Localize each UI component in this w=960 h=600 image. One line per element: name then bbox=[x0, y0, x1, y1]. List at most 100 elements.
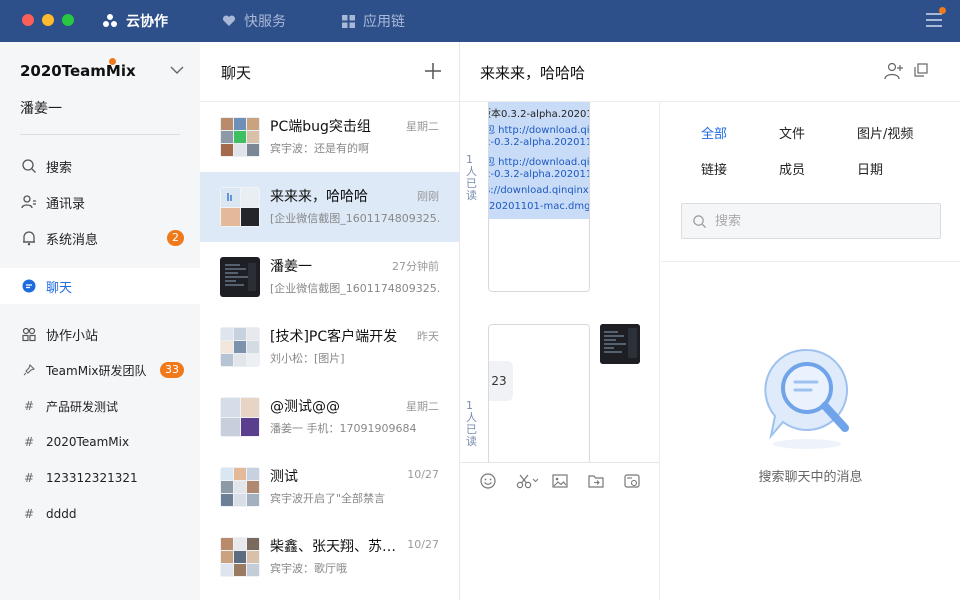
empty-state-text: 搜索聊天中的消息 bbox=[758, 470, 863, 485]
window-zoom-button[interactable] bbox=[62, 14, 74, 26]
sidebar-item-stations[interactable]: 协作小站 bbox=[0, 316, 200, 352]
chat-item-selected[interactable]: 来来来，哈哈哈 刚刚 [企业微信截图_1601174809325.p bbox=[200, 172, 459, 242]
sidebar-item-chat[interactable]: 聊天 bbox=[0, 268, 200, 304]
chat-time: 星期二 bbox=[406, 120, 439, 133]
message-link[interactable]: 包 http://download.qinq bbox=[489, 153, 589, 168]
group-avatar bbox=[220, 397, 260, 437]
chat-item[interactable]: 测试 10/27 宾宇波开启了"全部禁言 bbox=[200, 452, 459, 522]
read-receipt[interactable]: 1人已读 bbox=[466, 154, 480, 202]
message-link[interactable]: 包 http://download.qinq bbox=[489, 121, 589, 136]
add-member-icon[interactable] bbox=[884, 62, 904, 80]
chat-item[interactable]: [技术]PC客户端开发 昨天 刘小松：[图片] bbox=[200, 312, 459, 382]
chat-time: 27分钟前 bbox=[392, 260, 439, 273]
heart-icon bbox=[222, 15, 236, 26]
chat-name: 测试 bbox=[270, 469, 298, 485]
filter-tab-date[interactable]: 日期 bbox=[857, 159, 883, 178]
scissors-icon[interactable] bbox=[516, 473, 540, 489]
filter-tab-links[interactable]: 链接 bbox=[701, 159, 727, 178]
notification-dot bbox=[939, 7, 946, 14]
chat-name: 来来来，哈哈哈 bbox=[270, 189, 368, 205]
search-icon bbox=[693, 214, 707, 228]
station-label: 产品研发测试 bbox=[46, 399, 119, 414]
image-message[interactable]: 23 bbox=[488, 324, 590, 462]
station-label: 2020TeamMix bbox=[46, 435, 130, 449]
chat-search-panel: 全部 文件 图片/视频 链接 成员 日期 搜索聊天中的消息 bbox=[661, 102, 960, 600]
unread-badge: 2 bbox=[167, 230, 184, 246]
chat-time: 昨天 bbox=[417, 330, 439, 343]
input-toolbar bbox=[460, 462, 660, 600]
cloud-icon bbox=[103, 14, 117, 27]
chat-search-input[interactable] bbox=[715, 213, 915, 229]
station-label: dddd bbox=[46, 507, 77, 521]
message-bubble[interactable]: 版本0.3.2-alpha.2020110 包 http://download.… bbox=[488, 102, 590, 292]
read-receipt[interactable]: 1人已读 bbox=[466, 400, 480, 448]
chat-item[interactable]: 潘姜一 27分钟前 [企业微信截图_1601174809325.p bbox=[200, 242, 459, 312]
sidebar-item-contacts[interactable]: 通讯录 bbox=[0, 184, 200, 220]
team-name[interactable]: 2020TeamMix bbox=[20, 62, 136, 80]
search-empty-illustration bbox=[764, 348, 849, 449]
message-link[interactable]: 20201101-mac.dmg bbox=[489, 201, 589, 212]
chat-time: 10/27 bbox=[407, 538, 439, 551]
filter-tab-media[interactable]: 图片/视频 bbox=[857, 123, 913, 142]
popout-icon[interactable] bbox=[914, 63, 928, 77]
add-icon[interactable] bbox=[424, 62, 442, 80]
message-link[interactable]: c-0.3.2-alpha.20201101 bbox=[489, 137, 589, 148]
chat-preview: [企业微信截图_1601174809325.p bbox=[270, 282, 440, 295]
chat-time: 刚刚 bbox=[417, 190, 439, 203]
image-number: 23 bbox=[489, 361, 513, 401]
user-avatar bbox=[220, 257, 260, 297]
chat-name: 柴鑫、张天翔、苏琪… bbox=[270, 539, 400, 555]
sidebar-item-label: 搜索 bbox=[46, 160, 73, 176]
image-thumbnail[interactable] bbox=[600, 324, 640, 364]
sidebar-item-system-messages[interactable]: 系统消息 2 bbox=[0, 220, 200, 256]
emoji-icon[interactable] bbox=[480, 473, 496, 489]
chat-list-panel: 聊天 PC端bug突击组 星期二 宾宇波：还是有的啊 来来来，哈哈哈 刚刚 [企… bbox=[200, 42, 460, 600]
station-label: TeamMix研发团队 bbox=[46, 363, 147, 378]
image-icon[interactable] bbox=[552, 473, 568, 489]
hash-icon: # bbox=[23, 435, 35, 449]
nav-tab-label: 快服务 bbox=[244, 14, 286, 30]
nav-tab-service[interactable]: 快服务 bbox=[222, 0, 286, 42]
sidebar-item-label: 系统消息 bbox=[46, 232, 99, 248]
chevron-down-icon[interactable] bbox=[170, 66, 184, 74]
conversation-panel: 来来来，哈哈哈 1人已读 版本0.3.2-alpha.2020110 包 htt… bbox=[460, 42, 960, 600]
chat-list-header: 聊天 bbox=[200, 42, 460, 102]
chat-preview: 宾宇波：歌厅哦 bbox=[270, 562, 347, 575]
sidebar-item-search[interactable]: 搜索 bbox=[0, 148, 200, 184]
chat-search-field[interactable] bbox=[681, 203, 941, 239]
user-name: 潘姜一 bbox=[20, 101, 62, 117]
screen-record-icon[interactable] bbox=[624, 473, 640, 489]
filter-tab-all[interactable]: 全部 bbox=[701, 123, 727, 142]
chat-item[interactable]: 柴鑫、张天翔、苏琪… 10/27 宾宇波：歌厅哦 bbox=[200, 522, 459, 592]
chat-name: 潘姜一 bbox=[270, 259, 312, 275]
nav-tab-apps[interactable]: 应用链 bbox=[342, 0, 405, 42]
sidebar-item-label: 聊天 bbox=[46, 280, 73, 296]
filter-tab-files[interactable]: 文件 bbox=[779, 123, 805, 142]
message-area: 1人已读 版本0.3.2-alpha.2020110 包 http://down… bbox=[460, 102, 660, 462]
message-line: 版本0.3.2-alpha.2020110 bbox=[489, 109, 589, 120]
chat-item[interactable]: @测试@@ 星期二 潘姜一 手机：17091909684 bbox=[200, 382, 459, 452]
window-minimize-button[interactable] bbox=[42, 14, 54, 26]
station-item[interactable]: # 123312321321 bbox=[0, 460, 200, 496]
chat-item[interactable]: PC端bug突击组 星期二 宾宇波：还是有的啊 bbox=[200, 102, 459, 172]
left-sidebar: 2020TeamMix 潘姜一 搜索 通讯录 系统消息 2 聊天 协作小站 Te… bbox=[0, 42, 200, 600]
chat-preview: 宾宇波：还是有的啊 bbox=[270, 142, 369, 155]
message-link[interactable]: c-0.3.2-alpha.20201101 bbox=[489, 169, 589, 180]
grid-icon bbox=[342, 14, 355, 28]
window-close-button[interactable] bbox=[22, 14, 34, 26]
sidebar-item-label: 通讯录 bbox=[46, 196, 86, 212]
filter-tab-members[interactable]: 成员 bbox=[779, 159, 805, 178]
sidebar-item-label: 协作小站 bbox=[46, 328, 99, 344]
station-item-teammix[interactable]: TeamMix研发团队 33 bbox=[0, 352, 200, 388]
conversation-title: 来来来，哈哈哈 bbox=[480, 64, 586, 82]
menu-icon[interactable] bbox=[926, 7, 946, 27]
folder-icon[interactable] bbox=[588, 473, 604, 489]
nav-tab-label: 云协作 bbox=[126, 14, 168, 30]
nav-tab-cloud[interactable]: 云协作 bbox=[102, 0, 168, 42]
chat-preview: 宾宇波开启了"全部禁言 bbox=[270, 492, 386, 505]
message-link[interactable]: s://download.qinqinxia bbox=[489, 185, 589, 196]
station-item[interactable]: # 2020TeamMix bbox=[0, 424, 200, 460]
station-item[interactable]: # dddd bbox=[0, 496, 200, 532]
station-item[interactable]: # 产品研发测试 bbox=[0, 388, 200, 424]
group-avatar bbox=[220, 117, 260, 157]
